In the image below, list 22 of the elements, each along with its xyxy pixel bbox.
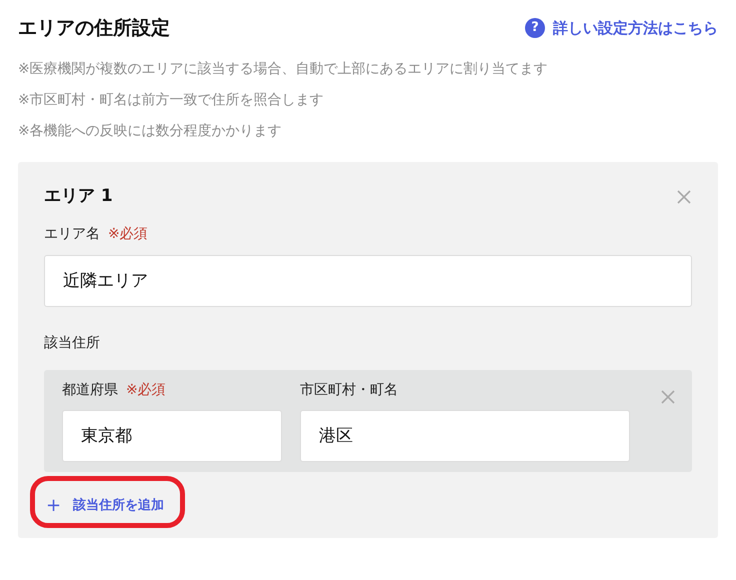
prefecture-field[interactable]: 東京都 bbox=[62, 410, 282, 462]
city-field[interactable]: 港区 bbox=[300, 410, 630, 462]
area-name-field[interactable]: 近隣エリア bbox=[44, 254, 692, 306]
close-icon bbox=[676, 188, 692, 205]
remove-address-button[interactable] bbox=[660, 388, 676, 404]
note-text: ※各機能への反映には数分程度かかります bbox=[18, 122, 283, 141]
help-icon: ? bbox=[525, 18, 545, 38]
required-label: ※必須 bbox=[126, 380, 166, 400]
plus-icon: + bbox=[46, 496, 62, 514]
area-title: エリア 1 bbox=[44, 185, 113, 208]
close-icon bbox=[660, 388, 676, 404]
help-link[interactable]: ? 詳しい設定方法はこちら bbox=[525, 16, 718, 40]
section-label: 該当住所 bbox=[44, 334, 101, 352]
note-text: ※市区町村・町名は前方一致で住所を照合します bbox=[18, 91, 325, 110]
field-label: エリア名 bbox=[44, 224, 100, 244]
remove-area-button[interactable] bbox=[676, 188, 692, 205]
required-label: ※必須 bbox=[108, 224, 148, 244]
note-text: ※医療機関が複数のエリアに該当する場合、自動で上部にあるエリアに割り当てます bbox=[18, 60, 549, 79]
field-label: 市区町村・町名 bbox=[300, 380, 398, 400]
add-address-button[interactable]: + 該当住所を追加 bbox=[44, 496, 166, 516]
field-label: 都道府県 bbox=[62, 380, 118, 400]
page-title: エリアの住所設定 bbox=[18, 16, 170, 41]
